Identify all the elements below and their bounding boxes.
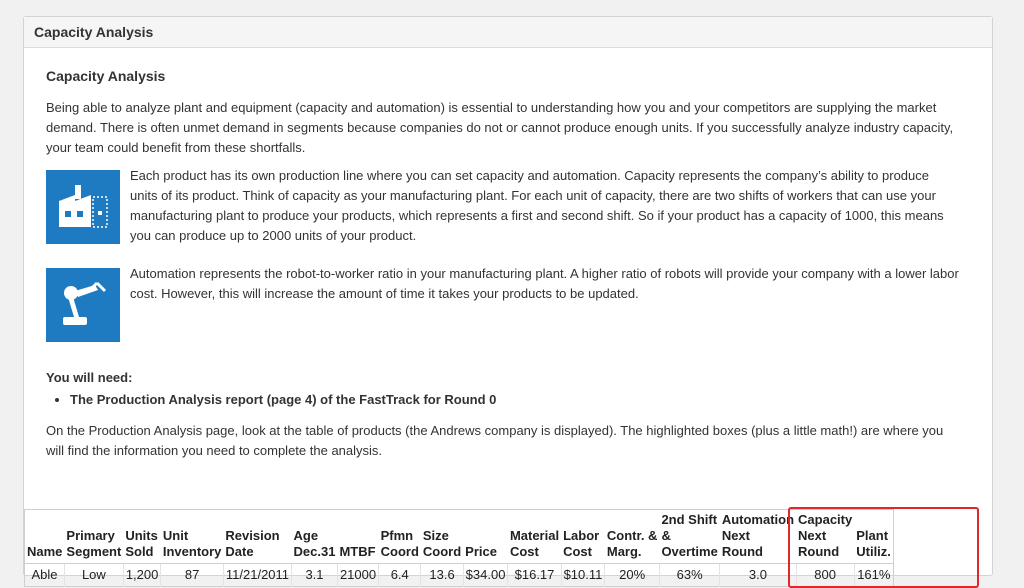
list-item: The Production Analysis report (page 4) … [70, 391, 970, 409]
cell-labor: $10.11 [561, 563, 606, 587]
cell-material: $16.17 [507, 563, 562, 587]
panel-body: Capacity Analysis Being able to analyze … [24, 68, 992, 588]
panel-title: Capacity Analysis [24, 17, 992, 48]
cell-mtbf: 21000 [337, 563, 380, 587]
col-material: Material Cost [507, 509, 562, 564]
cell-age: 3.1 [291, 563, 338, 587]
col-age: Age Dec.31 [291, 509, 338, 564]
section-heading: Capacity Analysis [46, 68, 166, 84]
col-segment: Primary Segment [64, 509, 124, 564]
col-units-sold: Units Sold [123, 509, 161, 564]
col-price: Price [463, 509, 508, 564]
col-capacity: Capacity Next Round [796, 509, 855, 564]
instructions-paragraph: On the Production Analysis page, look at… [46, 423, 944, 458]
intro-paragraph: Being able to analyze plant and equipmen… [46, 100, 954, 155]
automation-description: Automation represents the robot-to-worke… [130, 266, 959, 301]
cell-name: Able [24, 563, 65, 587]
cell-contr: 20% [604, 563, 660, 587]
cell-price: $34.00 [463, 563, 509, 587]
cell-automation: 3.0 [719, 563, 797, 587]
col-size: Size Coord [420, 509, 464, 564]
col-pfmn: Pfmn Coord [378, 509, 421, 564]
col-contr: Contr. & Marg. [604, 509, 660, 564]
capacity-analysis-panel: Capacity Analysis Capacity Analysis Bein… [23, 16, 993, 588]
cell-overtime: 63% [659, 563, 721, 587]
cell-pfmn: 6.4 [378, 563, 422, 587]
col-overtime: 2nd Shift & Overtime [659, 509, 720, 564]
col-automation: Automation Next Round [719, 509, 797, 564]
capacity-description: Each product has its own production line… [130, 168, 944, 243]
col-mtbf: MTBF [337, 509, 379, 564]
table-row: Able Low 1,200 87 11/21/2011 3.1 21000 6… [24, 563, 894, 587]
cell-plant-util: 161% [857, 567, 891, 582]
cell-capacity: 800 [796, 563, 855, 587]
col-labor: Labor Cost [561, 509, 605, 564]
col-inventory: Unit Inventory [160, 509, 224, 564]
need-title: You will need: [46, 370, 133, 385]
production-analysis-table: Name Primary Segment Units Sold Unit Invent… [24, 509, 894, 587]
need-list: The Production Analysis report (page 4) … [46, 391, 970, 409]
factory-icon [46, 170, 120, 244]
col-name: Name [24, 509, 65, 564]
capacity-info: Each product has its own production line… [46, 166, 970, 246]
col-revision: Revision Date [223, 509, 292, 564]
cell-units-sold: 1,200 [123, 563, 162, 587]
col-plant-util: Plant Utiliz. [854, 509, 894, 564]
cell-revision: 11/21/2011 [223, 563, 293, 587]
automation-info: Automation represents the robot-to-worke… [46, 264, 970, 344]
table-header-row: Name Primary Segment Units Sold Unit Invent… [24, 509, 894, 564]
cell-size: 13.6 [420, 563, 464, 587]
cell-segment: Low [64, 563, 124, 587]
robot-arm-icon [46, 268, 120, 342]
cell-inventory: 87 [160, 563, 224, 587]
